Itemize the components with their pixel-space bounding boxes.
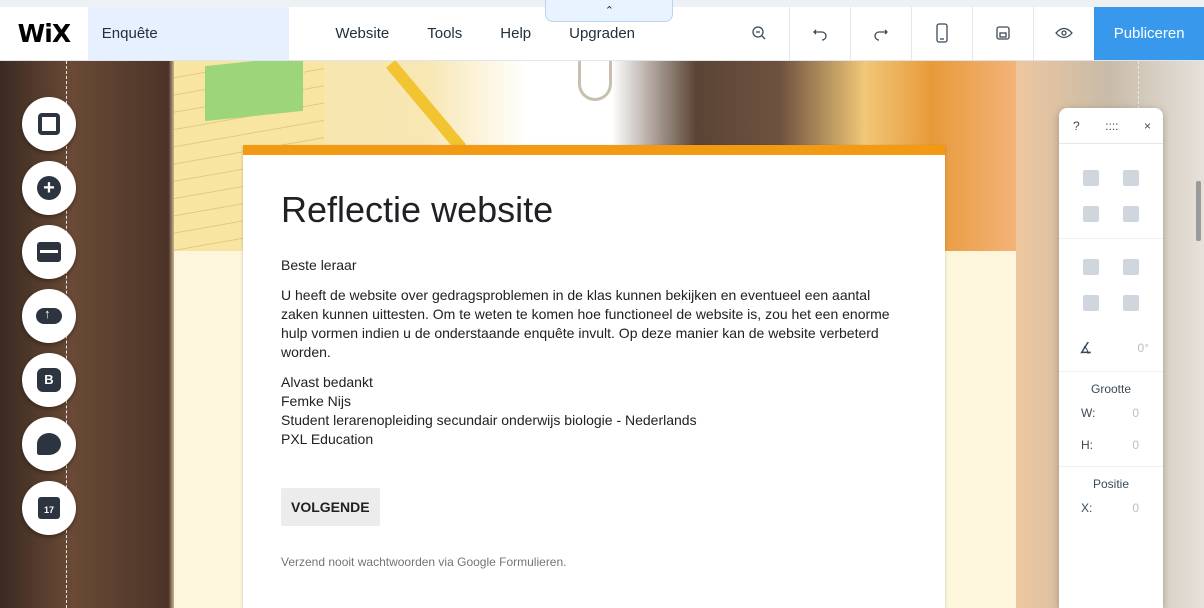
duplicate-delete-row (1059, 196, 1163, 232)
inspector-header: ? :::: × (1059, 108, 1163, 144)
background-button[interactable] (22, 97, 76, 151)
menu-upgrade[interactable]: Upgraden (550, 25, 654, 42)
editor-topbar: WiX Enquête Website Tools Help Upgraden … (0, 0, 1204, 61)
inspector-panel: ? :::: × ∡ 0° Grootte W: 0 H: 0 Positie … (1059, 108, 1163, 608)
top-menu: Website Tools Help Upgraden ⌃ (289, 0, 728, 60)
width-value[interactable]: 0 (1132, 406, 1139, 420)
preview-button[interactable] (1033, 6, 1094, 60)
duplicate-icon[interactable] (1083, 206, 1099, 222)
arrange-icon[interactable] (1083, 259, 1099, 275)
save-icon (996, 26, 1010, 40)
rotation-row: ∡ 0° (1059, 331, 1163, 365)
signature-line: Alvast bedankt (281, 374, 373, 390)
toolbar (728, 0, 1094, 60)
distribute-icon[interactable] (1083, 295, 1099, 311)
x-field[interactable]: X: 0 (1059, 491, 1163, 523)
site-name[interactable]: Enquête (87, 0, 290, 60)
redo-icon (874, 29, 889, 41)
form-signature: Alvast bedankt Femke Nijs Student lerare… (281, 373, 907, 449)
mobile-view-button[interactable] (911, 6, 972, 60)
upload-icon (36, 306, 62, 324)
editor-canvas[interactable]: Reflectie website Beste leraar U heeft d… (0, 61, 1204, 608)
menu-tools[interactable]: Tools (408, 25, 481, 42)
x-label: X: (1081, 501, 1093, 515)
distribute-row (1059, 285, 1163, 321)
form-title: Reflectie website (281, 189, 554, 230)
match-size-icon[interactable] (1123, 295, 1139, 311)
zoom-out-button[interactable] (728, 6, 789, 60)
chat-button[interactable] (22, 417, 76, 471)
signature-line: PXL Education (281, 431, 374, 447)
copy-icon[interactable] (1083, 170, 1099, 186)
drag-handle-icon[interactable]: :::: (1105, 119, 1118, 133)
blog-icon: B (37, 368, 61, 392)
arrange-row (1059, 249, 1163, 285)
help-icon[interactable]: ? (1073, 119, 1080, 133)
upload-button[interactable] (22, 289, 76, 343)
publish-button[interactable]: Publiceren (1094, 0, 1204, 60)
size-title: Grootte (1090, 382, 1132, 396)
menu-help[interactable]: Help (481, 25, 550, 42)
wix-logo[interactable]: WiX (0, 0, 88, 60)
copy-paste-row (1059, 160, 1163, 196)
zoom-out-icon (752, 26, 766, 40)
menu-website[interactable]: Website (316, 25, 408, 42)
paste-icon[interactable] (1123, 170, 1139, 186)
canvas-scrollbar[interactable] (1196, 181, 1201, 241)
signature-line: Student lerarenopleiding secundair onder… (281, 412, 697, 428)
store-button[interactable] (22, 225, 76, 279)
form-card[interactable]: Reflectie website Beste leraar U heeft d… (243, 145, 945, 608)
collapse-topbar-tab[interactable]: ⌃ (545, 0, 674, 22)
store-icon (37, 242, 61, 262)
sticky-note-decoration (205, 61, 303, 122)
background-icon (38, 113, 60, 135)
signature-line: Femke Nijs (281, 393, 352, 409)
form-greeting: Beste leraar (281, 257, 357, 273)
divider (1059, 371, 1163, 372)
delete-icon[interactable] (1123, 206, 1139, 222)
undo-icon (813, 29, 827, 41)
align-icon[interactable] (1123, 259, 1139, 275)
height-value[interactable]: 0 (1132, 438, 1139, 452)
x-value[interactable]: 0 (1132, 501, 1139, 515)
form-description: U heeft de website over gedragsproblemen… (281, 287, 890, 360)
undo-button[interactable] (789, 6, 850, 60)
bookings-icon: 17 (38, 497, 60, 519)
height-label: H: (1081, 438, 1093, 452)
add-button[interactable]: + (22, 161, 76, 215)
left-tool-panel: + B 17 (22, 97, 78, 535)
chat-icon (37, 433, 61, 455)
divider (1059, 238, 1163, 239)
mobile-view-icon (936, 23, 948, 43)
angle-icon: ∡ (1079, 340, 1093, 357)
redo-button[interactable] (850, 6, 911, 60)
preview-icon (1055, 27, 1074, 39)
paperclip-decoration (578, 61, 612, 101)
next-button[interactable]: VOLGENDE (281, 488, 380, 526)
divider (1059, 466, 1163, 467)
chevron-up-icon: ⌃ (604, 5, 614, 17)
height-field[interactable]: H: 0 (1059, 428, 1163, 460)
password-warning: Verzend nooit wachtwoorden via Google Fo… (281, 555, 567, 569)
blog-button[interactable]: B (22, 353, 76, 407)
save-button[interactable] (972, 6, 1033, 60)
width-label: W: (1081, 406, 1096, 420)
angle-value[interactable]: 0° (1138, 341, 1149, 355)
bookings-button[interactable]: 17 (22, 481, 76, 535)
add-icon: + (37, 176, 61, 200)
close-icon[interactable]: × (1144, 119, 1151, 133)
position-title: Positie (1092, 477, 1130, 491)
width-field[interactable]: W: 0 (1059, 396, 1163, 428)
